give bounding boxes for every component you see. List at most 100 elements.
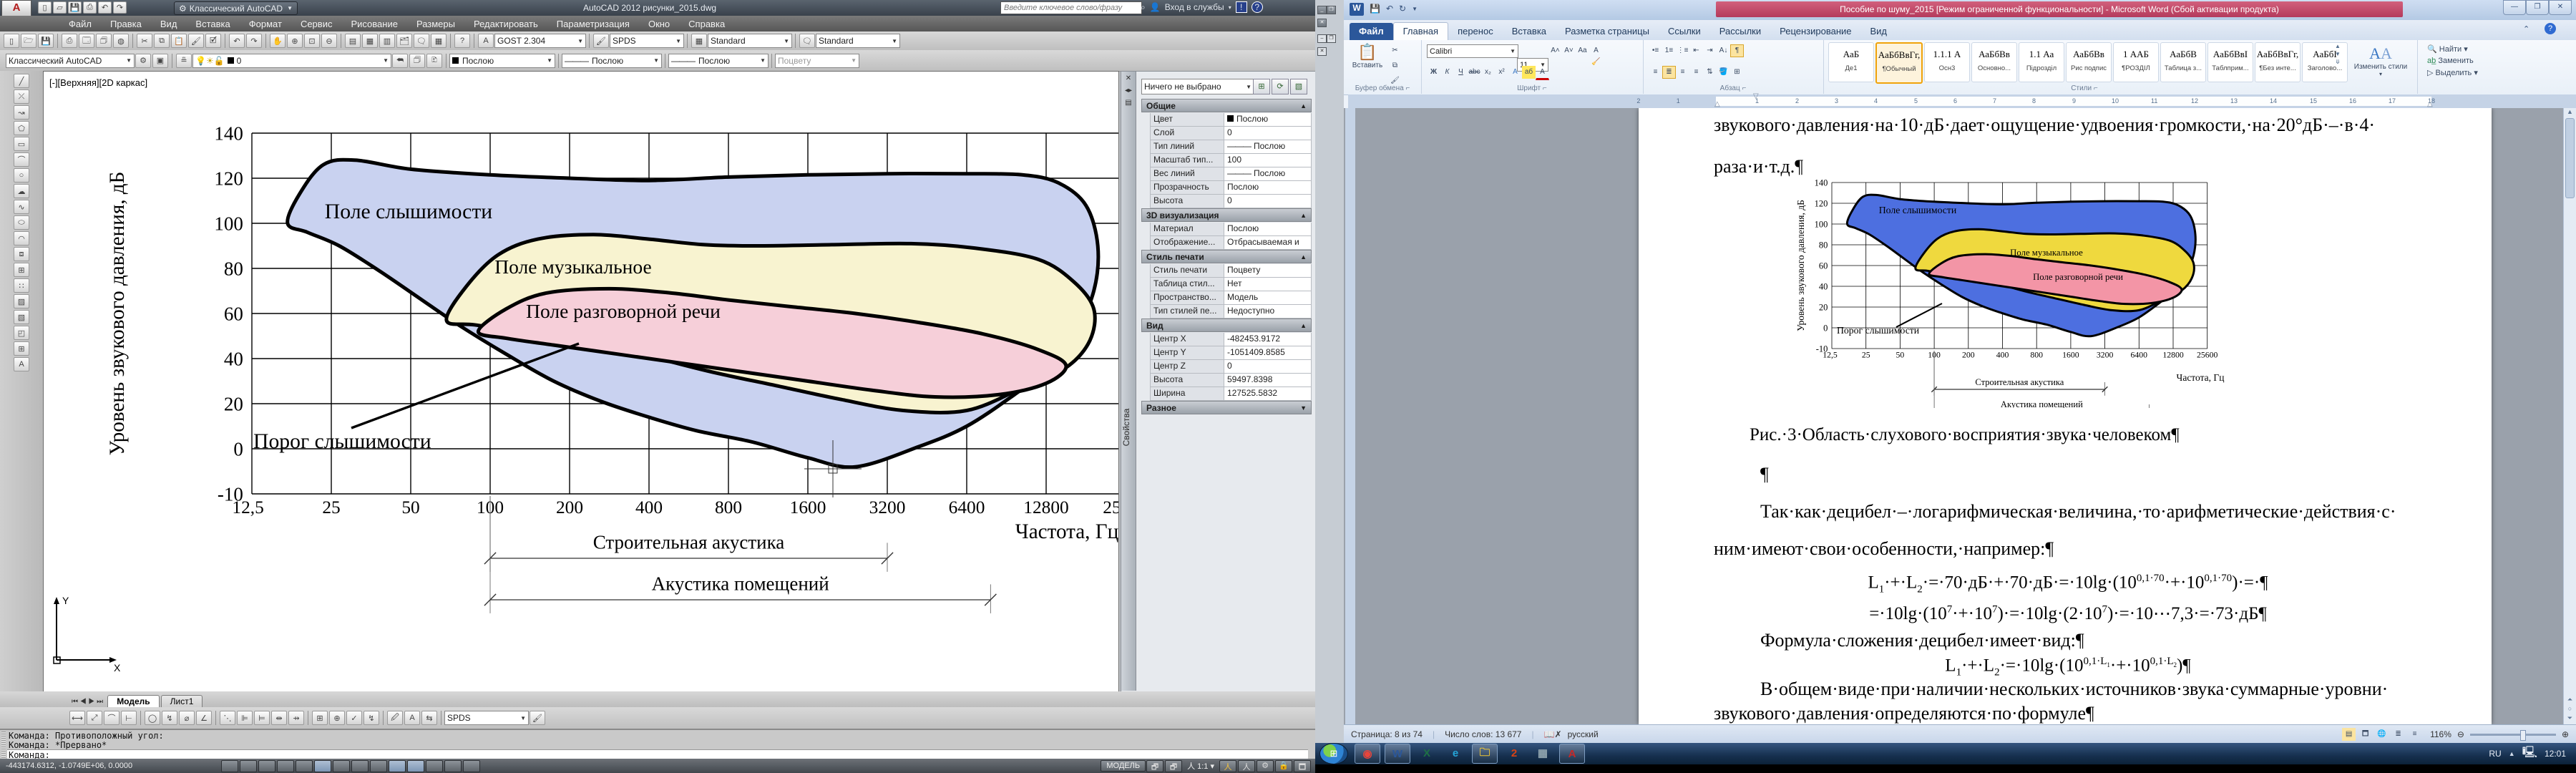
dwg-minimize-icon[interactable]: – [1317,34,1327,43]
status-toggle-osnap[interactable] [314,760,331,772]
std-copy-icon[interactable]: ⧉ [154,34,170,48]
palette-row[interactable]: Стиль печати Поцвету [1150,264,1312,278]
quickview-drawings-icon[interactable]: 🗗 [1165,760,1182,772]
dim-aligned-icon[interactable]: ⤢ [87,711,102,725]
align-center-icon[interactable]: ≣ [1662,66,1676,79]
quick-select-icon[interactable]: ⟳ [1272,79,1289,94]
std-tool-palettes-icon[interactable]: ▥ [379,34,395,48]
decrease-indent-icon[interactable]: ⇤ [1689,44,1703,57]
dim-arc-length-icon[interactable]: ⌒ [104,711,119,725]
draw-ellipse-icon[interactable]: ⬭ [14,215,29,230]
draw-revision-cloud-icon[interactable]: ☁ [14,184,29,198]
palette-row[interactable]: Ширина 127525.5832 [1150,387,1312,401]
qat-plot-icon[interactable]: ⎙ [83,1,97,14]
dim-dim-text-edit-icon[interactable]: A [404,711,420,725]
style-card[interactable]: 1.1 АаПідрозділ [2019,42,2064,82]
workspace-save-icon[interactable]: ▣ [152,54,168,68]
status-toggle-otrack[interactable] [351,760,369,772]
italic-icon[interactable]: К [1440,66,1454,79]
taskbar-app-calculator[interactable]: ▦ [1531,744,1555,762]
strikethrough-icon[interactable]: abc [1468,66,1481,79]
std-cut-icon[interactable]: ✂ [137,34,152,48]
std-save-icon[interactable]: 💾 [38,34,54,48]
menu-item-Вставка[interactable]: Вставка [195,19,230,29]
std-redo-icon[interactable]: ↷ [246,34,262,48]
tab-Главная[interactable]: Главная [1393,22,1448,40]
clock[interactable]: 12:01 [2545,749,2566,759]
selection-combo[interactable]: Ничего не выбрано▼ [1141,79,1254,94]
acad-restore-icon[interactable]: ❐ [1327,6,1336,14]
dim-dim-break-icon[interactable]: ⇸ [288,711,304,725]
std-preview-icon[interactable]: 🗔 [79,34,94,48]
draw-polyline-icon[interactable]: ↝ [14,105,29,120]
palette-row[interactable]: Цвет Послою [1150,113,1312,127]
autoscale-icon[interactable]: 人 [1238,760,1255,772]
draw-ellipse-arc-icon[interactable]: ◠ [14,231,29,245]
qat-open-icon[interactable]: ▱ [53,1,67,14]
horizontal-ruler[interactable]: 21123456789101112131415161718 ▽ △ △ [1348,94,2576,108]
right-indent-marker[interactable]: △ [2427,100,2433,108]
dialog-launcher-icon[interactable]: ⌐ [1543,84,1547,92]
document-area[interactable]: звукового·давления·на·10·дБ·дает·ощущени… [1344,108,2576,724]
zoom-slider-handle[interactable] [2520,730,2526,741]
std-zoom-window-icon[interactable]: ⊡ [304,34,320,48]
color-combo[interactable]: Послою▼ [449,54,555,68]
layer-isolate-icon[interactable]: 🗇 [409,54,425,68]
draw-gradient-icon[interactable]: ▧ [14,310,29,324]
status-toggle-qp[interactable] [444,760,462,772]
layer-previous-icon[interactable]: ⮪ [392,54,408,68]
redo-icon[interactable]: ↻ [1399,4,1406,15]
palette-menu-icon[interactable]: ▤ [1123,98,1133,108]
styles-scroll-up-icon[interactable]: ▲ [2333,43,2343,49]
styles-more-icon[interactable]: ⤋ [2333,59,2343,65]
annotation-visibility-icon[interactable]: 人 [1219,760,1236,772]
tab-Разметка страницы[interactable]: Разметка страницы [1556,23,1659,40]
dim-dim-update-icon[interactable]: ⇆ [421,711,437,725]
replace-button[interactable]: ab̲ Заменить [2427,57,2478,65]
std-publish-icon[interactable]: 🗇 [96,34,112,48]
draw-hatch-icon[interactable]: ▨ [14,294,29,308]
zoom-out-icon[interactable]: ⊖ [2457,729,2464,739]
tab-Вставка[interactable]: Вставка [1503,23,1556,40]
zoom-slider[interactable] [2470,734,2556,736]
quickview-layouts-icon[interactable]: 🗗 [1146,760,1163,772]
style-card[interactable]: 1.1.1 АОсн3 [1924,42,1970,82]
next-page-icon[interactable]: ⏷ [2564,714,2576,723]
status-toggle-ducs[interactable] [370,760,387,772]
std-paste-icon[interactable]: 📋 [171,34,187,48]
std-open-icon[interactable]: 🗁 [21,34,36,48]
annotation-scale-button[interactable]: 人 1:1 ▾ [1187,760,1214,772]
table-style-combo[interactable]: Standard▼ [708,34,792,48]
close-icon[interactable]: ✕ [2549,0,2572,15]
dim-continue-icon[interactable]: ⊨ [254,711,270,725]
layer-unisolate-icon[interactable]: 🗈 [426,54,442,68]
web-layout-view-icon[interactable]: 🌐 [2375,728,2389,741]
tab-layout1[interactable]: Лист1 [161,695,203,707]
palette-row[interactable]: Тип линий ———Послою [1150,140,1312,154]
lock-ui-icon[interactable]: 🔒 [1275,760,1292,772]
mleader-style-combo[interactable]: Standard▼ [816,34,900,48]
std-zoom-realtime-icon[interactable]: ⊕ [287,34,303,48]
palette-row[interactable]: Отображение... Отбрасываемая и [1150,236,1312,250]
std-blockeditor-icon[interactable]: 🗹 [205,34,221,48]
dialog-launcher-icon[interactable]: ⌐ [1742,84,1747,92]
mleader-style-icon[interactable]: 🗨 [799,34,815,48]
draw-point-icon[interactable]: ∷ [14,278,29,293]
search-binoculars-icon[interactable]: ⌕ [1141,2,1146,13]
save-icon[interactable]: 💾 [1370,4,1380,15]
qat-undo-icon[interactable]: ↶ [98,1,112,14]
status-toggle-am[interactable] [463,760,480,772]
dim-baseline-icon[interactable]: ⊫ [237,711,253,725]
status-toggle-tpy[interactable] [426,760,443,772]
palette-section-header[interactable]: Разное▼ [1141,401,1312,414]
std-quickcalc-icon[interactable]: ▦ [431,34,447,48]
cleanscreen-icon[interactable]: 🗖 [1294,760,1311,772]
std-new-icon[interactable]: ▯ [4,34,19,48]
menu-item-Рисование[interactable]: Рисование [351,19,397,29]
menu-item-Размеры[interactable]: Размеры [416,19,455,29]
draw-rectangle-icon[interactable]: ▭ [14,137,29,151]
std-transmit-icon[interactable]: ◍ [113,34,129,48]
draw-table-icon[interactable]: ⊞ [14,341,29,356]
palette-row[interactable]: Прозрачность Послою [1150,181,1312,195]
std-matchprops-icon[interactable]: 🖌 [188,34,204,48]
